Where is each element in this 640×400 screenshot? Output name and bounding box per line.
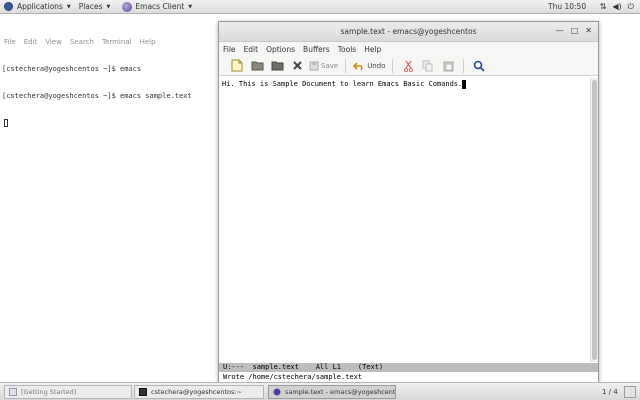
taskbar-item-getting-started[interactable]: [Getting Started] (4, 385, 132, 399)
buffer-scrollbar[interactable] (590, 78, 598, 362)
copy-button[interactable] (420, 58, 436, 74)
emacs-menubar: File Edit Options Buffers Tools Help (219, 42, 598, 56)
emacs-menu-options[interactable]: Options (266, 45, 295, 54)
taskbar: [Getting Started] cstechera@yogeshcentos… (0, 382, 640, 400)
maximize-icon[interactable]: □ (571, 26, 579, 35)
power-icon: ⏻ (627, 2, 634, 11)
text-cursor (462, 80, 467, 89)
terminal-menubar: File Edit View Search Terminal Help (0, 36, 220, 47)
taskbar-item-label: sample.text - emacs@yogeshcent... (285, 388, 396, 396)
emacs-menu-tools[interactable]: Tools (338, 45, 356, 54)
new-file-icon (231, 59, 243, 72)
emacs-menu-file[interactable]: File (223, 45, 236, 54)
copy-icon (422, 60, 433, 71)
mode-line[interactable]: U:--- sample.text All L1 (Text) (219, 363, 598, 372)
network-icon: ⇅ (599, 2, 607, 11)
chevron-down-icon: ▼ (106, 3, 111, 10)
places-menu[interactable]: Places ▼ (75, 0, 115, 14)
places-menu-label: Places (78, 2, 103, 11)
terminal-icon (139, 388, 147, 396)
close-buffer-icon (292, 61, 302, 70)
toolbar-divider (392, 58, 394, 73)
terminal-line: [cstechera@yogeshcentos ~]$ emacs sample… (2, 92, 192, 100)
save-icon (309, 61, 319, 70)
toolbar-divider (463, 58, 465, 73)
save-button[interactable]: Save (309, 58, 338, 74)
emacs-icon (122, 1, 133, 12)
emacs-toolbar: Save Undo (219, 56, 598, 76)
directory-icon (271, 61, 283, 71)
open-file-button[interactable] (249, 58, 265, 74)
gnome-foot-icon (4, 2, 13, 11)
emacs-menu-help[interactable]: Help (364, 45, 381, 54)
search-button[interactable] (471, 58, 487, 74)
terminal-menu-view[interactable]: View (45, 38, 62, 46)
close-buffer-button[interactable] (289, 58, 305, 74)
window-controls: — □ ✕ (556, 26, 592, 35)
workspace-switcher[interactable] (624, 386, 636, 398)
emacs-window[interactable]: sample.text - emacs@yogeshcentos — □ ✕ F… (218, 21, 599, 383)
window-title: sample.text - emacs@yogeshcentos (340, 27, 477, 36)
open-directory-button[interactable] (269, 58, 285, 74)
undo-button-label: Undo (367, 61, 386, 70)
undo-button[interactable]: Undo (353, 58, 385, 74)
help-browser-icon (9, 388, 17, 396)
emacs-icon (273, 388, 281, 396)
terminal-line: [cstechera@yogeshcentos ~]$ emacs (2, 65, 142, 73)
app-menu-label: Emacs Client (135, 2, 185, 11)
panel-clock[interactable]: Thu 10:50 (548, 0, 586, 14)
applications-menu[interactable]: Applications ▼ (0, 0, 75, 14)
taskbar-item-label: [Getting Started] (21, 388, 77, 396)
applications-menu-label: Applications (17, 2, 63, 11)
volume-icon: ◀) (612, 2, 622, 11)
paste-icon (443, 61, 454, 71)
scrollbar-thumb[interactable] (592, 80, 597, 360)
new-file-button[interactable] (229, 58, 245, 74)
terminal-menu-edit[interactable]: Edit (24, 38, 38, 46)
folder-icon (251, 61, 263, 71)
app-menu[interactable]: Emacs Client ▼ (114, 0, 196, 14)
chevron-down-icon: ▼ (188, 3, 193, 10)
close-icon[interactable]: ✕ (585, 26, 592, 35)
save-button-label: Save (321, 61, 339, 70)
buffer-text: Hi. This is Sample Document to learn Ema… (222, 80, 463, 88)
top-panel: Applications ▼ Places ▼ Emacs Client ▼ T… (0, 0, 640, 14)
taskbar-item-terminal[interactable]: cstechera@yogeshcentos:~ (134, 385, 264, 399)
echo-area[interactable]: Wrote /home/cstechera/sample.text (219, 372, 598, 382)
terminal-menu-search[interactable]: Search (70, 38, 94, 46)
cut-button[interactable] (400, 58, 416, 74)
emacs-titlebar[interactable]: sample.text - emacs@yogeshcentos — □ ✕ (219, 22, 598, 42)
toolbar-divider (345, 58, 347, 73)
chevron-down-icon: ▼ (66, 3, 71, 10)
workspace-indicator: 1 / 4 (602, 388, 618, 396)
undo-icon (353, 61, 363, 71)
terminal-menu-help[interactable]: Help (140, 38, 156, 46)
emacs-menu-edit[interactable]: Edit (244, 45, 259, 54)
terminal-cursor (4, 119, 8, 127)
emacs-buffer-text-area[interactable]: Hi. This is Sample Document to learn Ema… (219, 78, 591, 362)
minimize-icon[interactable]: — (556, 26, 564, 35)
terminal-output[interactable]: [cstechera@yogeshcentos ~]$ emacs [cstec… (0, 47, 220, 145)
terminal-menu-terminal[interactable]: Terminal (102, 38, 132, 46)
cut-icon (403, 60, 414, 72)
search-icon (474, 60, 486, 72)
emacs-menu-buffers[interactable]: Buffers (303, 45, 330, 54)
taskbar-item-label: cstechera@yogeshcentos:~ (151, 388, 243, 396)
terminal-window[interactable]: File Edit View Search Terminal Help [cst… (0, 36, 220, 382)
terminal-menu-file[interactable]: File (4, 38, 16, 46)
paste-button[interactable] (440, 58, 456, 74)
system-status-menu[interactable]: ⇅ ◀) ⏻ (600, 2, 634, 12)
taskbar-item-emacs[interactable]: sample.text - emacs@yogeshcent... (268, 385, 396, 399)
